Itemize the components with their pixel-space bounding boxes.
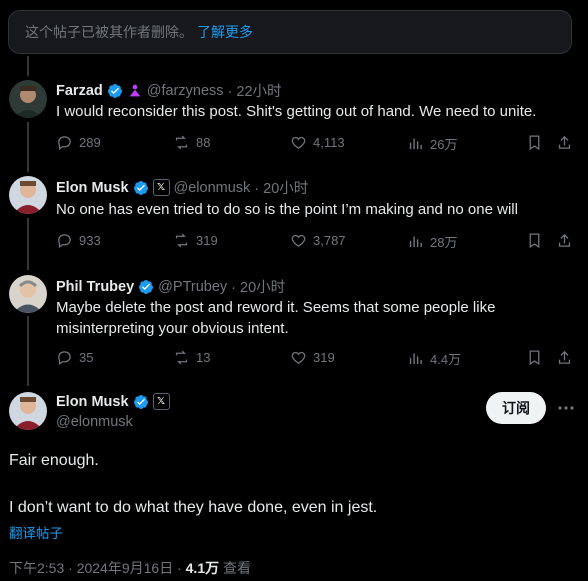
tweet-text-line: misinterpreting your obvious intent. [56, 320, 289, 337]
verified-icon [133, 394, 148, 409]
repost-count: 319 [196, 233, 218, 248]
share-icon [558, 350, 571, 364]
bookmark-icon [529, 233, 540, 249]
share-button[interactable] [556, 349, 573, 366]
main-view-count: 4.1万 [185, 560, 220, 576]
bookmark-icon [529, 135, 540, 151]
avatar[interactable] [9, 275, 47, 313]
like-button[interactable]: 4,113 [290, 134, 345, 151]
repost-button[interactable]: 319 [173, 232, 218, 249]
reply-button[interactable]: 933 [56, 232, 101, 249]
avatar[interactable] [9, 176, 47, 214]
views-button[interactable]: 26万 [407, 134, 457, 153]
author-handle[interactable]: @elonmusk [56, 414, 133, 430]
more-options-icon[interactable] [556, 401, 576, 415]
reply-count: 35 [79, 350, 94, 365]
reply-button[interactable]: 289 [56, 134, 101, 151]
x-logo-icon: 𝕏 [152, 179, 170, 196]
post-time[interactable]: · 22小时 [228, 80, 282, 101]
main-tweet-text-line1: Fair enough. [9, 452, 99, 469]
author-handle[interactable]: @PTrubey [158, 279, 227, 295]
author-name[interactable]: Elon Musk [56, 180, 129, 196]
analytics-icon [409, 353, 422, 365]
thread-line [27, 316, 29, 386]
analytics-icon [409, 138, 422, 150]
affiliate-icon [129, 84, 141, 96]
analytics-icon [409, 236, 422, 248]
like-button[interactable]: 3,787 [290, 232, 346, 249]
translate-post-link[interactable]: 翻译帖子 [9, 522, 63, 542]
heart-icon [291, 234, 306, 247]
reply-count: 289 [79, 135, 101, 150]
avatar[interactable] [9, 80, 47, 118]
reply-icon [58, 136, 71, 151]
author-handle[interactable]: @farzyness [147, 83, 224, 99]
heart-icon [291, 351, 306, 364]
author-name[interactable]: Elon Musk [56, 394, 129, 410]
author-name[interactable]: Farzad [56, 83, 103, 99]
bookmark-button[interactable] [526, 232, 543, 249]
tweet-text: No one has even tried to do so is the po… [56, 201, 518, 218]
repost-icon [175, 233, 188, 248]
action-bar: 933 319 3,787 28万 [56, 232, 576, 254]
repost-button[interactable]: 13 [173, 349, 210, 366]
view-count: 28万 [430, 235, 458, 250]
like-count: 3,787 [313, 233, 346, 248]
reply-count: 933 [79, 233, 101, 248]
repost-icon [175, 135, 188, 150]
repost-count: 88 [196, 135, 211, 150]
repost-count: 13 [196, 350, 211, 365]
view-count: 26万 [430, 137, 458, 152]
thread-line [27, 56, 29, 76]
subscribe-button[interactable]: 订阅 [486, 392, 546, 424]
deleted-notice: 这个帖子已被其作者删除。 [25, 24, 193, 40]
bookmark-button[interactable] [526, 134, 543, 151]
share-icon [558, 233, 571, 247]
action-bar: 289 88 4,113 26万 [56, 134, 576, 156]
repost-button[interactable]: 88 [173, 134, 210, 151]
deleted-post-banner: 这个帖子已被其作者删除。 了解更多 [8, 10, 572, 54]
like-count: 4,113 [313, 135, 345, 150]
like-count: 319 [313, 350, 335, 365]
share-button[interactable] [556, 232, 573, 249]
like-button[interactable]: 319 [290, 349, 335, 366]
author-handle[interactable]: @elonmusk [174, 180, 251, 196]
views-button[interactable]: 28万 [407, 232, 457, 251]
post-timestamp[interactable]: 下午2:53 · 2024年9月16日 · [9, 560, 186, 576]
reply-button[interactable]: 35 [56, 349, 93, 366]
post-metadata: 下午2:53 · 2024年9月16日 · 4.1万 查看 [9, 558, 251, 578]
verified-icon [133, 180, 148, 195]
thread-line [27, 122, 29, 172]
post-time[interactable]: · 20小时 [231, 276, 285, 297]
share-icon [558, 135, 571, 149]
tweet-text-line: Maybe delete the post and reword it. See… [56, 299, 496, 316]
verified-icon [139, 279, 154, 294]
repost-icon [175, 350, 188, 365]
verified-icon [107, 83, 122, 98]
reply-icon [58, 234, 71, 249]
reply-icon [58, 351, 71, 366]
author-name[interactable]: Phil Trubey [56, 279, 134, 295]
avatar[interactable] [9, 392, 47, 430]
share-button[interactable] [556, 134, 573, 151]
tweet-text: Maybe delete the post and reword it. See… [56, 297, 576, 339]
tweet-text: I would reconsider this post. Shit's get… [56, 103, 537, 120]
heart-icon [291, 136, 306, 149]
bookmark-icon [529, 350, 540, 366]
x-logo-icon: 𝕏 [152, 393, 170, 410]
views-label: 查看 [219, 560, 251, 576]
post-time[interactable]: · 20小时 [254, 177, 308, 198]
view-count: 4.4万 [430, 352, 462, 367]
bookmark-button[interactable] [526, 349, 543, 366]
views-button[interactable]: 4.4万 [407, 349, 461, 368]
action-bar: 35 13 319 4.4万 [56, 349, 576, 371]
learn-more-link[interactable]: 了解更多 [197, 22, 253, 42]
main-tweet-text-line2: I don’t want to do what they have done, … [9, 499, 378, 516]
thread-line [27, 218, 29, 270]
